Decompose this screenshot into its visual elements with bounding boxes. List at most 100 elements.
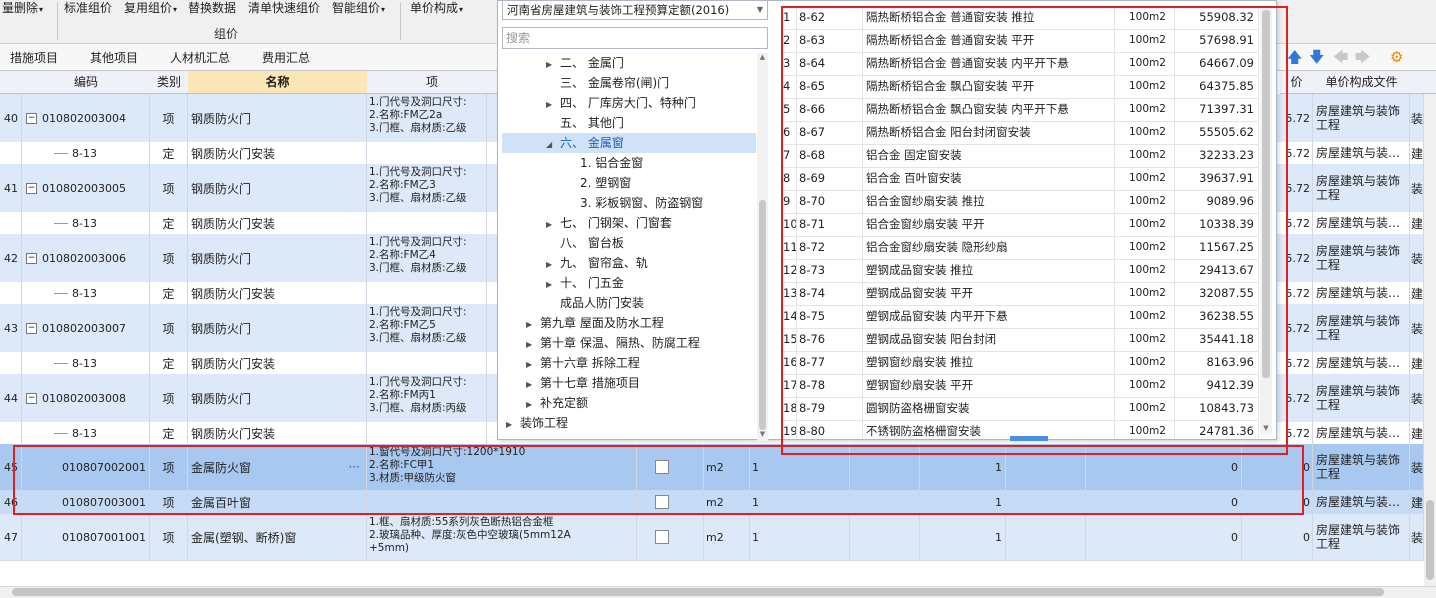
grid-vertical-scroll-thumb[interactable]	[1426, 500, 1434, 580]
tree-node[interactable]: ▶ 第九章 屋面及防水工程	[502, 313, 756, 333]
tree-node[interactable]: ▶ 七、 门钢架、门窗套	[502, 213, 756, 233]
row-name[interactable]: 钢质防火门	[188, 304, 367, 352]
tab-labor-material-summary[interactable]: 人材机汇总	[170, 49, 230, 67]
row-price-file[interactable]: 房屋建筑与装饰工程	[1313, 234, 1410, 282]
tree-node[interactable]: ▶ 二、 金属门	[502, 53, 756, 73]
batch-delete-button[interactable]: 量删除▾	[2, 0, 43, 16]
tree-expand-icon[interactable]: ▶	[546, 55, 560, 75]
tree-node[interactable]: ▶ 四、 厂库房大门、特种门	[502, 93, 756, 113]
tree-node[interactable]: ◢ 六、 金属窗	[502, 133, 756, 153]
tree-expand-icon[interactable]: ▶	[526, 335, 540, 355]
scroll-up-icon[interactable]: ▲	[757, 53, 768, 61]
row-price-file[interactable]: 房屋建筑与装饰工程	[1313, 94, 1410, 142]
tree-node[interactable]: ▶ 十、 门五金	[502, 273, 756, 293]
move-up-icon[interactable]: 🡅	[1287, 48, 1302, 66]
tree-expand-icon[interactable]: ▶	[526, 375, 540, 395]
scroll-down-icon[interactable]: ▼	[757, 430, 768, 440]
row-checkbox[interactable]	[654, 530, 669, 544]
row-name[interactable]: 钢质防火门安装	[188, 282, 367, 304]
tree-node-label: 六、 金属窗	[560, 136, 624, 150]
collapse-icon[interactable]: −	[26, 322, 37, 334]
col-header-type[interactable]: 类别	[150, 71, 189, 94]
row-quantity[interactable]: 1	[750, 514, 850, 560]
standard-pricing-button[interactable]: 标准组价	[64, 0, 112, 16]
row-name[interactable]: 金属(塑钢、断桥)窗	[188, 514, 367, 560]
row-name[interactable]: 钢质防火门安装	[188, 212, 367, 234]
row-price-file[interactable]: 房屋建筑与装…	[1313, 352, 1410, 374]
row-price-file[interactable]: 房屋建筑与装…	[1313, 490, 1410, 514]
tree-node[interactable]: 三、 金属卷帘(闸)门	[502, 73, 756, 93]
row-price: 25.72	[1285, 352, 1313, 374]
quota-search-input[interactable]: 搜索	[502, 27, 768, 49]
settings-icon[interactable]: ⚙	[1390, 48, 1403, 66]
arrow-left-icon[interactable]: 🡄	[1333, 48, 1349, 66]
row-quantity-2[interactable]: 1	[920, 514, 1006, 560]
tree-expand-icon[interactable]: ▶	[546, 215, 560, 235]
row-name[interactable]: 钢质防火门安装	[188, 142, 367, 164]
tree-node[interactable]: 3. 彩板钢窗、防盗钢窗	[502, 193, 756, 213]
row-price: 0	[1285, 514, 1313, 560]
row-price-file[interactable]: 房屋建筑与装饰工程	[1313, 514, 1410, 560]
row-name-text: 钢质防火门安装	[191, 356, 276, 371]
row-price-file[interactable]: 房屋建筑与装…	[1313, 142, 1410, 164]
tree-node[interactable]: 2. 塑钢窗	[502, 173, 756, 193]
collapse-icon[interactable]: −	[26, 252, 37, 264]
row-price-file[interactable]: 房屋建筑与装…	[1313, 212, 1410, 234]
col-header-file[interactable]: 单价构成文件	[1313, 71, 1411, 94]
row-name[interactable]: 钢质防火门	[188, 234, 367, 282]
tree-expand-icon[interactable]: ▶	[506, 415, 520, 435]
tree-expand-icon[interactable]: ▶	[546, 95, 560, 115]
collapse-icon[interactable]: −	[26, 392, 37, 404]
tree-node[interactable]: ▶ 第十六章 拆除工程	[502, 353, 756, 373]
tree-node[interactable]: 成品人防门安装	[502, 293, 756, 313]
col-header-code[interactable]: 编码	[22, 71, 151, 94]
tree-node[interactable]: ▶ 第十七章 措施项目	[502, 373, 756, 393]
unit-price-composition-button[interactable]: 单价构成▾	[410, 0, 463, 16]
col-header-name[interactable]: 名称	[188, 71, 368, 94]
tree-expand-icon[interactable]: ▶	[526, 315, 540, 335]
tab-cost-summary[interactable]: 费用汇总	[262, 49, 310, 67]
row-feature: 1.门代号及洞口尺寸: 2.名称:FM丙1 3.门框、扇材质:丙级	[367, 374, 487, 422]
tree-node[interactable]: ▶ 补充定额	[502, 393, 756, 413]
table-row[interactable]: 47 010807001001 项金属(塑钢、断桥)窗 1.框、扇材质:55系列灰色断…	[0, 514, 1436, 561]
tree-expand-icon[interactable]: ▶	[546, 275, 560, 295]
tree-expand-icon[interactable]: ◢	[546, 135, 560, 155]
row-type: 项	[150, 94, 188, 142]
tree-node[interactable]: ▶ 第十章 保温、隔热、防腐工程	[502, 333, 756, 353]
row-name[interactable]: 钢质防火门	[188, 94, 367, 142]
row-name[interactable]: 钢质防火门安装	[188, 422, 367, 444]
row-price-file[interactable]: 房屋建筑与装饰工程	[1313, 164, 1410, 212]
tree-node[interactable]: 八、 窗台板	[502, 233, 756, 253]
row-checkbox-cell[interactable]	[620, 514, 704, 560]
row-name[interactable]: 钢质防火门安装	[188, 352, 367, 374]
tree-node[interactable]: ▶ 九、 窗帘盒、轨	[502, 253, 756, 273]
row-name[interactable]: 钢质防火门	[188, 374, 367, 422]
row-price-file[interactable]: 房屋建筑与装饰工程	[1313, 444, 1410, 490]
tree-node[interactable]: 1. 铝合金窗	[502, 153, 756, 173]
replace-data-button[interactable]: 替换数据	[188, 0, 236, 16]
collapse-icon[interactable]: −	[26, 112, 37, 124]
horizontal-scroll-thumb[interactable]	[12, 588, 1384, 596]
tab-other-items[interactable]: 其他项目	[90, 49, 138, 67]
row-price-file[interactable]: 房屋建筑与装饰工程	[1313, 304, 1410, 352]
arrow-right-icon[interactable]: 🡆	[1355, 48, 1371, 66]
row-price-file[interactable]: 房屋建筑与装饰工程	[1313, 374, 1410, 422]
reuse-pricing-button[interactable]: 复用组价▾	[124, 0, 177, 16]
smart-pricing-button[interactable]: 智能组价▾	[332, 0, 385, 16]
tree-expand-icon[interactable]: ▶	[546, 255, 560, 275]
quota-standard-select[interactable]: 河南省房屋建筑与装饰工程预算定额(2016) ▼	[502, 0, 768, 20]
quick-pricing-button[interactable]: 清单快速组价	[248, 0, 320, 16]
tab-measures[interactable]: 措施项目	[10, 49, 58, 67]
tree-expand-icon[interactable]: ▶	[526, 355, 540, 375]
tree-node[interactable]: 五、 其他门	[502, 113, 756, 133]
row-price-file[interactable]: 房屋建筑与装…	[1313, 422, 1410, 444]
collapse-icon[interactable]: −	[26, 182, 37, 194]
row-name[interactable]: 钢质防火门	[188, 164, 367, 212]
tree-node[interactable]: ▶ 装饰工程	[502, 413, 756, 433]
row-price: 25.72	[1285, 164, 1313, 212]
tree-expand-icon[interactable]: ▶	[526, 395, 540, 415]
move-down-icon[interactable]: 🡇	[1309, 48, 1324, 66]
row-price-file[interactable]: 房屋建筑与装…	[1313, 282, 1410, 304]
tree-scroll-thumb[interactable]	[759, 200, 766, 430]
col-header-feature[interactable]: 项	[367, 71, 498, 94]
